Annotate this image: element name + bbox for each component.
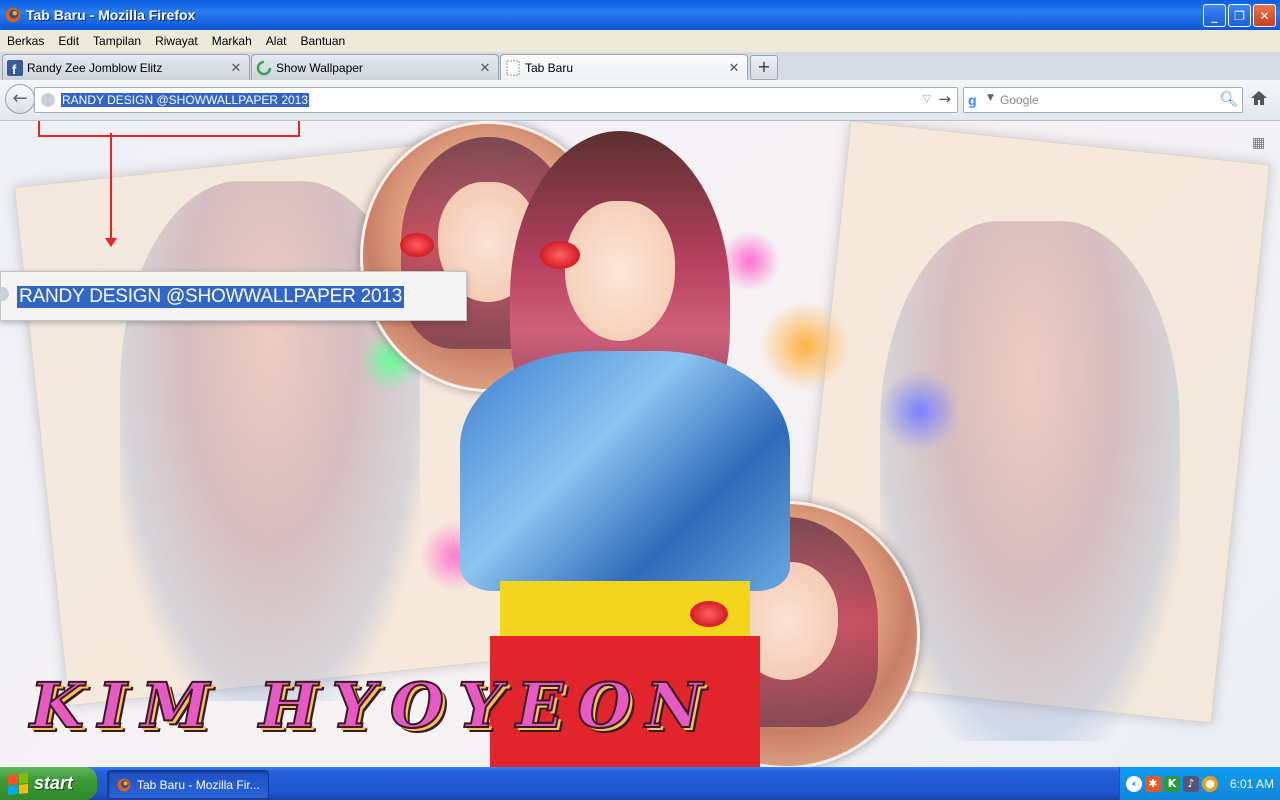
home-icon[interactable] xyxy=(1250,89,1268,107)
firefox-icon xyxy=(5,7,21,23)
tab-close-icon[interactable]: ✕ xyxy=(229,60,243,76)
navigation-bar: ← RANDY DESIGN @SHOWWALLPAPER 2013 ▽ → g… xyxy=(0,80,1280,121)
red-arrow-head xyxy=(105,238,117,247)
tray-expand-icon[interactable]: ‹ xyxy=(1126,775,1142,792)
tab-close-icon[interactable]: ✕ xyxy=(478,60,492,76)
url-highlight-box xyxy=(38,121,300,137)
menu-tampilan[interactable]: Tampilan xyxy=(86,34,148,48)
window-title: Tab Baru - Mozilla Firefox xyxy=(26,7,196,23)
system-tray: ‹ ✱ K ♪ ● 6:01 AM xyxy=(1119,767,1280,800)
search-placeholder: Google xyxy=(1000,93,1039,107)
lollipop xyxy=(690,601,728,627)
go-arrow-icon[interactable]: → xyxy=(938,90,951,108)
grid-icon[interactable]: ▦ xyxy=(1252,135,1265,151)
back-button[interactable]: ← xyxy=(5,84,35,114)
loading-icon xyxy=(256,60,272,75)
tab-label: Show Wallpaper xyxy=(276,60,363,75)
menu-alat[interactable]: Alat xyxy=(259,34,294,48)
clock: 6:01 AM xyxy=(1230,776,1275,791)
menu-bar: Berkas Edit Tampilan Riwayat Markah Alat… xyxy=(0,30,1280,52)
sparkle xyxy=(880,371,960,451)
new-tab-button[interactable]: + xyxy=(750,55,778,80)
minimize-button[interactable]: _ xyxy=(1203,4,1226,27)
svg-text:f: f xyxy=(12,62,17,76)
url-text: RANDY DESIGN @SHOWWALLPAPER 2013 xyxy=(61,93,310,107)
menu-markah[interactable]: Markah xyxy=(205,34,259,48)
restore-button[interactable]: ❐ xyxy=(1228,4,1251,27)
taskbar-item-label: Tab Baru - Mozilla Fir... xyxy=(137,777,260,792)
google-icon[interactable]: g xyxy=(968,92,984,108)
wallpaper-right-ghost xyxy=(880,221,1180,741)
site-identity-icon[interactable] xyxy=(41,93,55,107)
start-button[interactable]: start xyxy=(0,767,97,800)
wallpaper-title: KIM HYOYEON xyxy=(29,668,717,743)
search-bar[interactable]: g ▼ Google 🔍︎ xyxy=(963,87,1243,113)
menu-bantuan[interactable]: Bantuan xyxy=(293,34,352,48)
tab-close-icon[interactable]: ✕ xyxy=(727,60,741,76)
red-arrow-line xyxy=(110,133,112,243)
start-label: start xyxy=(34,773,74,793)
lollipop xyxy=(540,241,580,269)
tab-label: Tab Baru xyxy=(525,61,574,75)
lollipop xyxy=(400,233,434,257)
search-engine-dropdown-icon[interactable]: ▼ xyxy=(987,93,994,103)
windows-logo-icon xyxy=(8,772,28,795)
url-dropdown-icon[interactable]: ▽ xyxy=(923,92,931,105)
zoomed-url-text: RANDY DESIGN @SHOWWALLPAPER 2013 xyxy=(17,286,405,308)
firefox-icon xyxy=(117,778,131,791)
window-titlebar[interactable]: Tab Baru - Mozilla Firefox _ ❐ ✕ xyxy=(0,0,1280,30)
search-icon[interactable]: 🔍︎ xyxy=(1219,90,1238,108)
tab-tab-baru[interactable]: Tab Baru ✕ xyxy=(500,54,748,81)
tab-strip: f Randy Zee Jomblow Elitz ✕ Show Wallpap… xyxy=(0,52,1280,81)
blank-page-icon xyxy=(506,60,520,76)
tab-show-wallpaper[interactable]: Show Wallpaper ✕ xyxy=(251,54,499,80)
tab-randy-zee[interactable]: f Randy Zee Jomblow Elitz ✕ xyxy=(2,54,250,80)
taskbar-item-firefox[interactable]: Tab Baru - Mozilla Fir... xyxy=(107,770,269,799)
menu-edit[interactable]: Edit xyxy=(51,34,86,48)
menu-riwayat[interactable]: Riwayat xyxy=(148,34,205,48)
network-icon[interactable]: ● xyxy=(1202,775,1218,792)
volume-icon[interactable]: ♪ xyxy=(1183,775,1199,792)
kaspersky-icon[interactable]: K xyxy=(1164,775,1180,792)
tray-app-icon[interactable]: ✱ xyxy=(1145,775,1161,792)
taskbar: start Tab Baru - Mozilla Fir... ‹ ✱ K ♪ … xyxy=(0,767,1280,800)
url-bar[interactable]: RANDY DESIGN @SHOWWALLPAPER 2013 ▽ → xyxy=(34,87,958,113)
zoomed-url-inset: RANDY DESIGN @SHOWWALLPAPER 2013 xyxy=(0,271,467,321)
menu-berkas[interactable]: Berkas xyxy=(0,34,51,48)
tab-label: Randy Zee Jomblow Elitz xyxy=(27,60,163,75)
site-identity-icon xyxy=(0,287,9,301)
page-content: RANDY DESIGN @SHOWWALLPAPER 2013 ▦ KIM H… xyxy=(0,121,1280,767)
facebook-icon: f xyxy=(7,59,23,76)
close-button[interactable]: ✕ xyxy=(1253,4,1276,27)
